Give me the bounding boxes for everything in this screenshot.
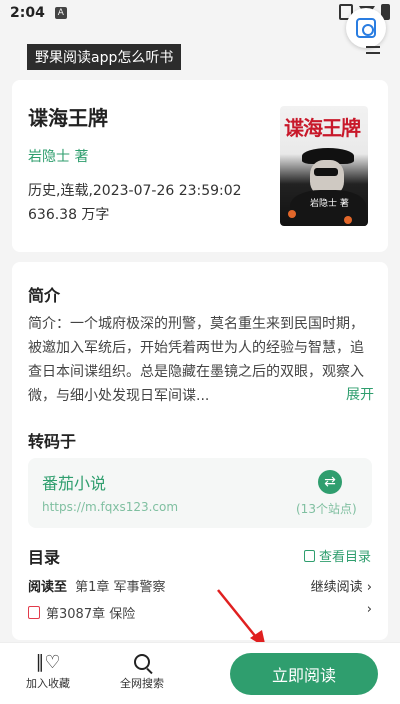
book-meta: 历史,连载,2023-07-26 23:59:02: [28, 183, 242, 199]
continue-label: 继续阅读: [310, 580, 363, 595]
chevron-right-icon: ›: [366, 602, 372, 617]
web-search-button[interactable]: 全网搜索: [112, 651, 172, 691]
book-details-card: 简介 简介：一个城府极深的刑警，莫名重生来到民国时期，被邀加入军统后，开始凭着两…: [12, 262, 388, 640]
shelf-icon: ∥♡: [35, 652, 61, 673]
web-search-label: 全网搜索: [120, 677, 164, 690]
source-name: 番茄小说: [42, 474, 107, 493]
view-toc-label: 查看目录: [319, 550, 372, 565]
intro-text: 简介：一个城府极深的刑警，莫名重生来到民国时期，被邀加入军统后，开始凭着两世为人…: [28, 316, 364, 404]
read-now-button[interactable]: 立即阅读: [230, 653, 378, 695]
book-info-card: 谍海王牌 岩隐士 著 历史,连载,2023-07-26 23:59:02 636…: [12, 80, 388, 252]
view-toc-link[interactable]: 查看目录: [304, 546, 371, 565]
status-bar: 2:04 A: [0, 0, 400, 26]
scan-icon: [356, 18, 376, 38]
progress-label: 阅读至: [28, 580, 68, 595]
book-cover[interactable]: 谍海王牌 岩隐士 著: [280, 106, 368, 226]
add-to-shelf-button[interactable]: ∥♡ 加入收藏: [18, 651, 78, 691]
cover-decoration: [344, 216, 352, 224]
source-url: https://m.fqxs123.com: [42, 500, 179, 514]
tooltip: 野果阅读app怎么听书: [27, 44, 182, 70]
toc-icon: [304, 549, 315, 562]
intro-heading: 简介: [28, 286, 61, 305]
book-title: 谍海王牌: [28, 106, 108, 130]
swap-source-icon[interactable]: ⇄: [318, 470, 342, 494]
source-count: (13个站点): [296, 502, 357, 516]
latest-chapter-icon: [28, 605, 40, 619]
progress-chapter: 第1章 军事警察: [75, 580, 166, 595]
reading-progress-row[interactable]: 阅读至 第1章 军事警察 继续阅读 ›: [28, 576, 372, 596]
cover-author: 岩隐士 著: [310, 199, 349, 209]
add-to-shelf-label: 加入收藏: [26, 677, 70, 690]
toc-heading: 目录: [28, 548, 61, 567]
bottom-bar: ∥♡ 加入收藏 全网搜索 立即阅读: [0, 642, 400, 704]
latest-chapter-row[interactable]: 第3087章 保险 ›: [28, 602, 372, 622]
book-word-count: 636.38 万字: [28, 207, 110, 223]
cover-glasses: [314, 168, 338, 176]
status-time: 2:04: [10, 5, 45, 21]
source-heading: 转码于: [28, 432, 77, 451]
scan-button[interactable]: [346, 8, 386, 48]
notification-a-icon: A: [54, 7, 67, 19]
search-icon: [134, 654, 150, 670]
annotation-arrow: [217, 589, 266, 648]
menu-icon[interactable]: [366, 46, 380, 58]
source-selector[interactable]: 番茄小说 https://m.fqxs123.com ⇄ (13个站点): [28, 458, 372, 528]
book-author[interactable]: 岩隐士 著: [28, 146, 88, 166]
cover-decoration: [288, 210, 296, 218]
continue-reading[interactable]: 继续阅读 ›: [311, 576, 372, 595]
cover-title: 谍海王牌: [284, 116, 361, 140]
latest-chapter: 第3087章 保险: [46, 606, 136, 622]
expand-button[interactable]: 展开: [342, 384, 374, 404]
